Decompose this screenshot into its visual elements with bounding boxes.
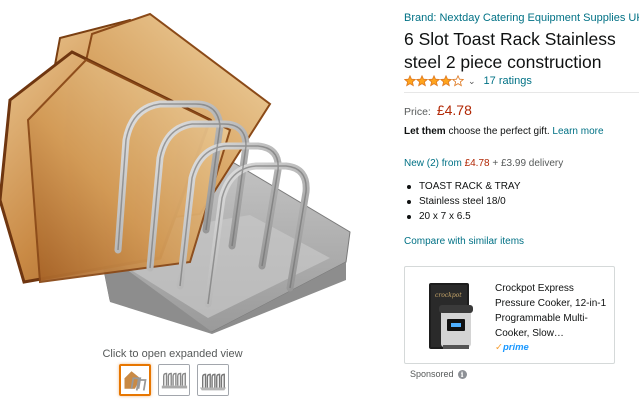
offers-price: £4.78 xyxy=(464,158,490,169)
gift-message: Let them choose the perfect gift. Learn … xyxy=(404,126,604,137)
price-row: Price: £4.78 xyxy=(404,102,472,118)
feature-bullet-text: Stainless steel 18/0 xyxy=(419,196,506,207)
feature-bullet: 20 x 7 x 6.5 xyxy=(404,209,521,224)
thumbnail-3[interactable] xyxy=(197,364,229,396)
image-gallery: Click to open expanded view xyxy=(0,0,352,400)
feature-bullet-text: 20 x 7 x 6.5 xyxy=(419,211,471,222)
prime-label: prime xyxy=(502,342,529,353)
ratings-count-link[interactable]: 17 ratings xyxy=(484,75,532,87)
toast-rack-image xyxy=(0,0,352,340)
learn-more-link[interactable]: Learn more xyxy=(552,126,603,137)
thumbnail-1[interactable] xyxy=(119,364,151,396)
star-filled-icon xyxy=(428,75,440,87)
feature-bullet-text: TOAST RACK & TRAY xyxy=(419,181,521,192)
expand-view-caption: Click to open expanded view xyxy=(102,348,243,360)
main-product-image[interactable] xyxy=(0,0,352,340)
chevron-down-icon[interactable]: ⌄ xyxy=(468,76,476,87)
star-rating[interactable] xyxy=(404,75,464,87)
new-offers-link[interactable]: New (2) from xyxy=(404,158,465,169)
bullet-icon xyxy=(407,199,411,204)
gift-bold-text: Let them xyxy=(404,126,446,137)
sponsored-ad-card[interactable]: crockpot Crockpot Express Pressure Cooke… xyxy=(404,266,615,364)
offers-row: New (2) from £4.78 + £3.99 delivery xyxy=(404,158,563,169)
sponsored-label: Sponsored xyxy=(410,369,454,379)
bullet-icon xyxy=(407,214,411,219)
price-value: £4.78 xyxy=(436,102,472,118)
brand-link[interactable]: Brand: Nextday Catering Equipment Suppli… xyxy=(404,12,639,24)
gift-text: choose the perfect gift. xyxy=(445,126,553,137)
svg-text:crockpot: crockpot xyxy=(435,292,462,299)
offers-delivery: + £3.99 delivery xyxy=(489,158,564,169)
thumbnail-2[interactable] xyxy=(158,364,190,396)
star-filled-icon xyxy=(440,75,452,87)
star-filled-icon xyxy=(404,75,416,87)
feature-bullets: TOAST RACK & TRAY Stainless steel 18/0 2… xyxy=(404,179,521,224)
thumbnail-strip xyxy=(119,364,229,396)
info-icon[interactable]: i xyxy=(457,369,467,379)
feature-bullet: Stainless steel 18/0 xyxy=(404,194,521,209)
product-title: 6 Slot Toast Rack Stainless steel 2 piec… xyxy=(404,29,616,72)
prime-check-icon: ✓ xyxy=(495,342,503,353)
ad-title[interactable]: Crockpot Express Pressure Cooker, 12-in-… xyxy=(495,281,607,341)
sponsored-label-row: Sponsored i xyxy=(410,369,467,379)
star-empty-icon xyxy=(452,75,464,87)
bullet-icon xyxy=(407,184,411,189)
pressure-cooker-image[interactable]: crockpot xyxy=(427,279,477,353)
compare-similar-link[interactable]: Compare with similar items xyxy=(404,236,524,247)
rating-row: ⌄ 17 ratings xyxy=(404,74,532,88)
star-filled-icon xyxy=(416,75,428,87)
divider xyxy=(404,92,639,93)
price-label: Price: xyxy=(404,106,431,118)
prime-badge: ✓prime xyxy=(495,342,529,353)
feature-bullet: TOAST RACK & TRAY xyxy=(404,179,521,194)
